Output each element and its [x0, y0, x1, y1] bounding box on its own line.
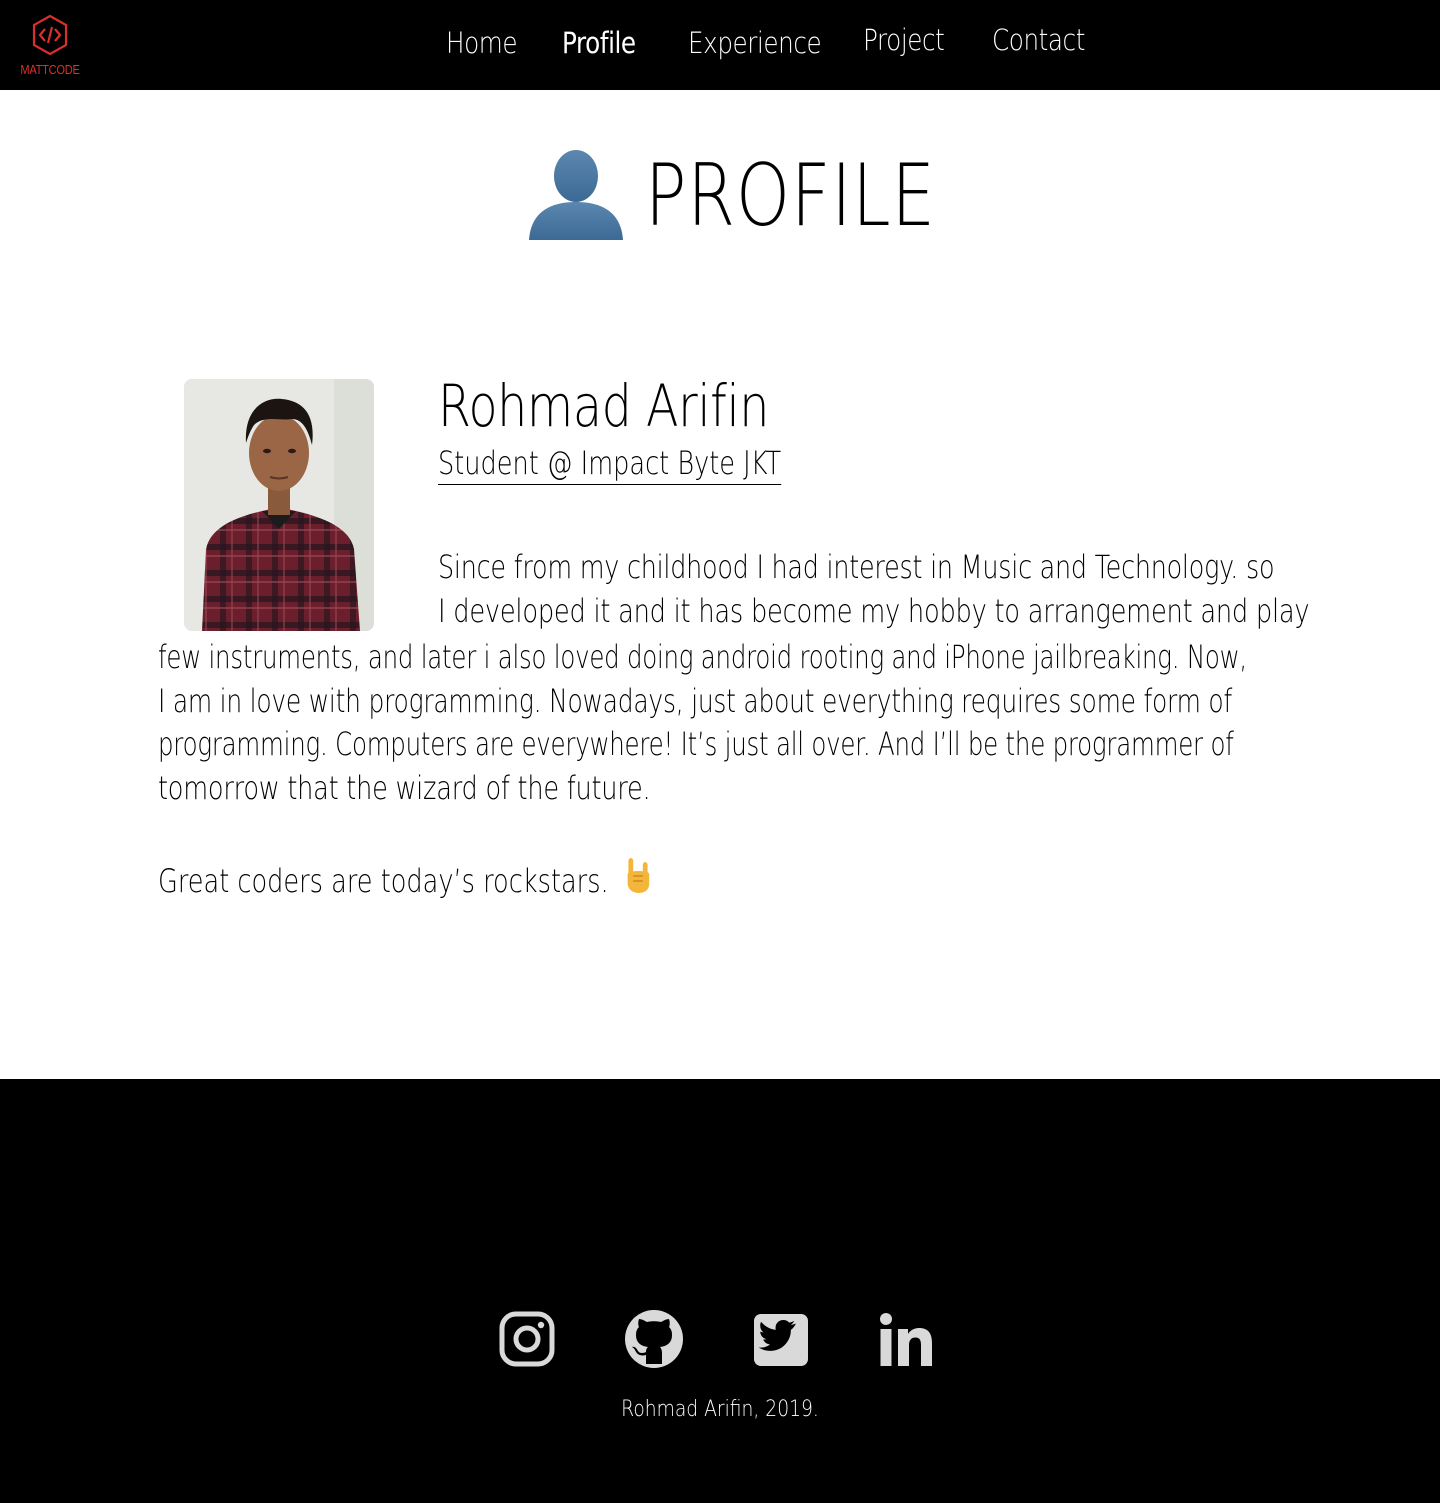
bio-line: I developed it and it has become my hobb…	[438, 592, 1310, 630]
nav-experience[interactable]: Experience	[688, 26, 822, 60]
bio-line: Since from my childhood I had interest i…	[438, 548, 1275, 586]
bio-line: tomorrow that the wizard of the future.	[158, 769, 651, 807]
copyright-text: Rohmad Arifin, 2019.	[621, 1397, 819, 1422]
bio-line: programming. Computers are everywhere! I…	[158, 725, 1234, 763]
logo-link[interactable]: MATTCODE	[14, 12, 86, 82]
logo-text: MATTCODE	[20, 62, 80, 77]
profile-role-link[interactable]: Student @ Impact Byte JKT	[438, 444, 782, 485]
twitter-icon	[754, 1314, 808, 1366]
person-silhouette-icon	[529, 150, 623, 240]
profile-quote: Great coders are today’s rockstars.	[158, 856, 652, 900]
nav-project[interactable]: Project	[863, 23, 945, 57]
linkedin-link[interactable]	[876, 1311, 936, 1371]
instagram-link[interactable]	[497, 1309, 557, 1369]
instagram-icon	[499, 1311, 555, 1367]
bio-line: I am in love with programming. Nowadays,…	[158, 682, 1233, 720]
sign-of-horns-icon	[627, 858, 649, 893]
github-link[interactable]	[624, 1309, 684, 1369]
twitter-link[interactable]	[751, 1311, 811, 1371]
quote-text: Great coders are today’s rockstars.	[158, 862, 609, 900]
code-hexagon-icon	[32, 14, 68, 56]
footer: Rohmad Arifin, 2019.	[0, 1079, 1440, 1503]
profile-photo	[184, 379, 374, 631]
profile-name: Rohmad Arifin	[438, 372, 770, 440]
nav-profile[interactable]: Profile	[562, 26, 636, 60]
page-heading: PROFILE	[0, 140, 1440, 260]
page-title: PROFILE	[645, 146, 936, 246]
linkedin-icon	[880, 1313, 932, 1366]
navbar: MATTCODE Home Profile Experience Project…	[0, 0, 1440, 90]
bio-line: few instruments, and later i also loved …	[158, 638, 1247, 676]
nav-contact[interactable]: Contact	[992, 23, 1085, 57]
github-icon	[625, 1310, 683, 1368]
nav-home[interactable]: Home	[446, 26, 518, 60]
